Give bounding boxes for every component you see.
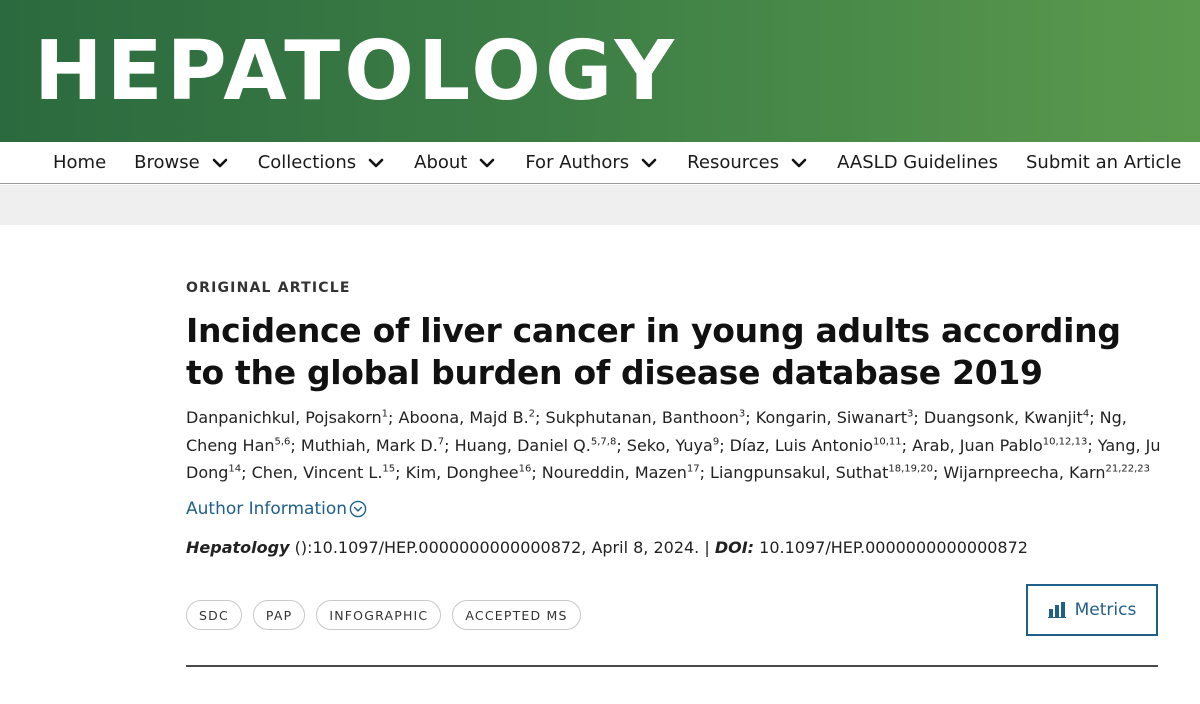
chevron-down-icon [789, 153, 809, 173]
nav-resources[interactable]: Resources [687, 152, 809, 173]
author-affiliation-number: 4 [1082, 408, 1090, 420]
author-affiliation-number: 9 [712, 436, 720, 448]
author-affiliation-number: 14 [228, 463, 242, 475]
author-name: Noureddin, Mazen [541, 463, 687, 482]
nav-submit-article[interactable]: Submit an Article [1026, 152, 1181, 173]
article-type: ORIGINAL ARTICLE [186, 280, 351, 296]
nav-browse[interactable]: Browse [134, 152, 230, 173]
author-name: Chen, Vincent L. [251, 463, 383, 482]
author-affiliation-number: 10,12,13 [1042, 436, 1088, 448]
author-information-toggle[interactable]: Author Information [186, 499, 1161, 519]
author-name: Liangpunsakul, Suthat [710, 463, 889, 482]
doi-label: DOI: [714, 537, 755, 557]
nav-collections-label: Collections [257, 152, 357, 173]
infographic-tag[interactable]: INFOGRAPHIC [316, 600, 442, 630]
section-divider [186, 665, 1158, 667]
citation-line: Hepatology ():10.1097/HEP.00000000000008… [186, 538, 1161, 557]
author-entry[interactable]: Noureddin, Mazen17 [542, 463, 700, 482]
main-nav: Home Browse Collections About For Author… [0, 142, 1200, 184]
author-name: Seko, Yuya [626, 435, 713, 455]
chevron-circle-down-icon [349, 500, 367, 517]
nav-collections[interactable]: Collections [258, 152, 386, 173]
nav-for-authors-label: For Authors [525, 152, 630, 173]
author-entry[interactable]: Kongarin, Siwanart3 [756, 408, 914, 427]
article-header: ORIGINAL ARTICLE Incidence of liver canc… [186, 280, 1161, 557]
author-affiliation-number: 2 [528, 408, 536, 420]
author-entry[interactable]: Sukphutanan, Banthoon3 [546, 408, 746, 427]
author-entry[interactable]: Wijarnpreecha, Karn21,22,23 [943, 463, 1150, 482]
article-title: Incidence of liver cancer in young adult… [186, 311, 1121, 392]
author-name: Danpanichkul, Pojsakorn [186, 408, 382, 427]
author-list: Danpanichkul, Pojsakorn1; Aboona, Majd B… [186, 408, 1161, 482]
chevron-down-icon [366, 153, 386, 173]
author-affiliation-number: 1 [381, 408, 389, 420]
author-name: Sukphutanan, Banthoon [545, 408, 739, 427]
pap-tag[interactable]: PAP [252, 600, 306, 630]
nav-resources-label: Resources [687, 152, 780, 173]
citation-text: ():10.1097/HEP.0000000000000872, April 8… [289, 537, 700, 557]
author-entry[interactable]: Chen, Vincent L.15 [252, 463, 396, 482]
author-entry[interactable]: Seko, Yuya9 [627, 436, 719, 455]
author-name: Wijarnpreecha, Karn [943, 463, 1106, 482]
author-affiliation-number: 5,6 [274, 436, 291, 448]
author-entry[interactable]: Aboona, Majd B.2 [399, 408, 536, 427]
author-name: Kim, Donghee [405, 463, 519, 482]
author-affiliation-number: 10,11 [872, 436, 902, 448]
author-name: Arab, Juan Pablo [912, 435, 1043, 455]
author-affiliation-number: 5,7,8 [590, 436, 617, 448]
nav-aasld-guidelines-label: AASLD Guidelines [837, 152, 998, 173]
author-entry[interactable]: Muthiah, Mark D.7 [301, 436, 444, 455]
nav-about[interactable]: About [414, 152, 497, 173]
author-entry[interactable]: Arab, Juan Pablo10,12,13 [912, 436, 1087, 455]
author-name: Kongarin, Siwanart [755, 408, 907, 427]
nav-about-label: About [414, 152, 468, 173]
toolbar-strip [0, 185, 1200, 225]
journal-banner: HEPATOLOGY [0, 0, 1200, 142]
author-name: Muthiah, Mark D. [300, 435, 438, 455]
author-affiliation-number: 16 [518, 463, 532, 475]
bar-chart-icon [1047, 602, 1066, 618]
author-entry[interactable]: Danpanichkul, Pojsakorn1 [186, 408, 388, 427]
nav-home[interactable]: Home [53, 152, 106, 173]
nav-browse-label: Browse [134, 152, 200, 173]
nav-home-label: Home [53, 152, 107, 173]
journal-name: Hepatology [186, 537, 290, 557]
chevron-down-icon [210, 153, 230, 173]
author-information-label: Author Information [186, 498, 348, 519]
citation-separator: | [699, 537, 715, 557]
author-entry[interactable]: Liangpunsakul, Suthat18,19,20 [710, 463, 933, 482]
chevron-down-icon [477, 153, 497, 173]
nav-submit-article-label: Submit an Article [1026, 152, 1182, 173]
sdc-tag[interactable]: SDC [186, 600, 242, 630]
chevron-down-icon [639, 153, 659, 173]
author-affiliation-number: 15 [382, 463, 396, 475]
author-name: Aboona, Majd B. [398, 408, 529, 427]
author-affiliation-number: 3 [738, 408, 746, 420]
author-name: Huang, Daniel Q. [454, 435, 591, 455]
author-entry[interactable]: Duangsonk, Kwanjit4 [924, 408, 1089, 427]
author-name: Duangsonk, Kwanjit [923, 408, 1083, 427]
author-affiliation-number: 18,19,20 [888, 463, 933, 475]
author-affiliation-number: 3 [907, 408, 914, 420]
metrics-label: Metrics [1074, 600, 1137, 620]
metrics-button[interactable]: Metrics [1026, 584, 1158, 636]
author-entry[interactable]: Kim, Donghee16 [406, 463, 532, 482]
author-entry[interactable]: Huang, Daniel Q.5,7,8 [455, 436, 617, 455]
author-affiliation-number: 21,22,23 [1105, 463, 1150, 475]
author-entry[interactable]: Díaz, Luis Antonio10,11 [730, 436, 902, 455]
nav-for-authors[interactable]: For Authors [525, 152, 659, 173]
nav-aasld-guidelines[interactable]: AASLD Guidelines [837, 152, 998, 173]
supplement-tags: SDC PAP INFOGRAPHIC ACCEPTED MS [186, 600, 592, 630]
author-name: Díaz, Luis Antonio [729, 435, 873, 455]
author-affiliation-number: 17 [686, 463, 700, 475]
journal-logo[interactable]: HEPATOLOGY [34, 22, 678, 122]
accepted-ms-tag[interactable]: ACCEPTED MS [452, 600, 581, 630]
doi-value[interactable]: 10.1097/HEP.0000000000000872 [754, 538, 1028, 557]
author-affiliation-number: 7 [437, 436, 445, 448]
